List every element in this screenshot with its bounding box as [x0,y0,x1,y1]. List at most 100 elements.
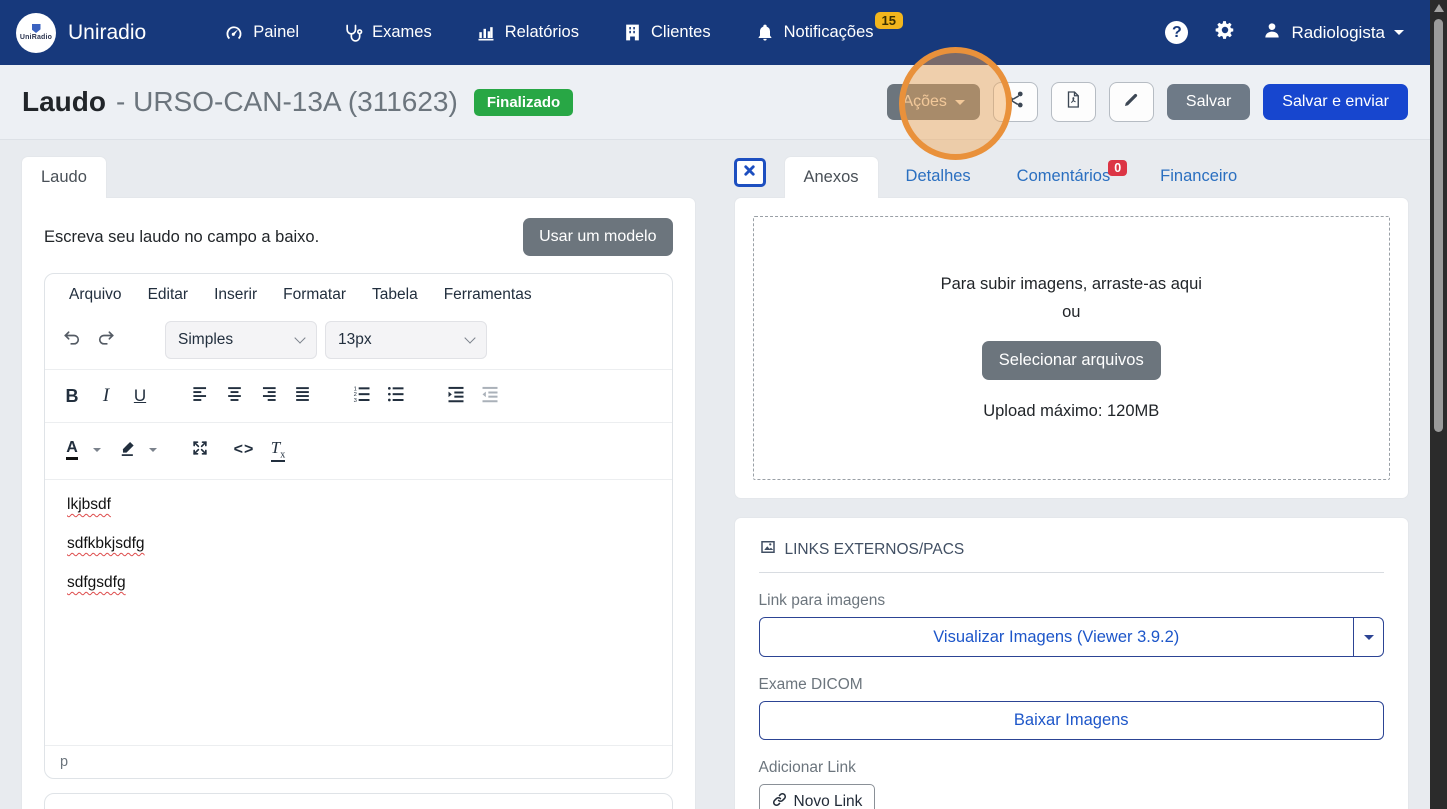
clear-formatting-button[interactable]: Tx [261,433,295,467]
menu-tabela[interactable]: Tabela [362,283,428,307]
laudo-card: Escreva seu laudo no campo a baixo. Usar… [21,197,696,809]
indent-button[interactable] [439,379,473,413]
redo-icon [96,328,116,353]
justify-icon [293,384,312,408]
new-link-button[interactable]: Novo Link [758,784,876,809]
fullscreen-button[interactable] [183,433,217,467]
menu-inserir[interactable]: Inserir [204,283,267,307]
dicom-label: Exame DICOM [758,676,863,693]
fullscreen-icon [190,438,210,463]
justify-button[interactable] [285,379,319,413]
tab-laudo[interactable]: Laudo [21,156,107,198]
select-files-button[interactable]: Selecionar arquivos [981,341,1161,380]
nav-item-relatorios[interactable]: Relatórios [476,23,579,43]
menu-editar[interactable]: Editar [138,283,199,307]
user-menu[interactable]: Radiologista [1262,20,1404,45]
help-button[interactable]: ? [1165,21,1189,44]
editor-line: sdfgsdfg [67,574,126,591]
file-pdf-icon [1064,90,1082,114]
add-link-label: Adicionar Link [758,759,856,776]
editor-menubar: Arquivo Editar Inserir Formatar Tabela F… [45,274,672,313]
acoes-button[interactable]: Ações [887,84,980,120]
underline-button[interactable]: U [123,379,157,413]
use-template-button[interactable]: Usar um modelo [523,218,673,256]
chevron-down-icon[interactable] [93,448,101,452]
undo-button[interactable] [55,323,89,357]
pdf-button[interactable] [1050,82,1096,122]
redo-button[interactable] [89,323,123,357]
save-button[interactable]: Salvar [1166,84,1251,120]
editor-line: sdfkbkjsdfg [67,535,145,552]
page-header: Laudo - URSO-CAN-13A (311623) Finalizado… [0,65,1430,140]
block-format-select[interactable]: Simples [165,321,317,359]
share-icon [1006,90,1025,114]
chevron-down-icon[interactable] [149,448,157,452]
nav-item-clientes[interactable]: Clientes [623,23,711,42]
tab-anexos[interactable]: Anexos [783,156,879,198]
align-left-button[interactable] [183,379,217,413]
menu-arquivo[interactable]: Arquivo [59,283,132,307]
collapse-panel-button[interactable] [733,158,766,187]
links-section-title: LINKS EXTERNOS/PACS [784,540,965,558]
nav-item-painel[interactable]: Painel [224,23,299,43]
save-send-button[interactable]: Salvar e enviar [1263,84,1408,120]
scroll-up-arrow-icon[interactable] [1433,4,1444,12]
undo-icon [62,328,82,353]
logo-shield-icon [31,24,41,33]
vertical-scrollbar[interactable] [1430,0,1447,809]
upload-max-text: Upload máximo: 120MB [983,402,1160,420]
scrollbar-thumb[interactable] [1434,19,1443,432]
tab-financeiro[interactable]: Financeiro [1141,156,1256,197]
gear-icon [1214,21,1236,45]
menu-formatar[interactable]: Formatar [273,283,356,307]
text-color-icon: A [66,440,78,460]
edit-button[interactable] [1108,82,1154,122]
viewer-split-button: Visualizar Imagens (Viewer 3.9.2) [758,617,1384,657]
align-right-button[interactable] [251,379,285,413]
ordered-list-icon: 123 [352,384,372,409]
outdent-button[interactable] [473,379,507,413]
align-left-icon [191,384,210,408]
hospital-icon [623,23,642,42]
page-title: Laudo [22,86,106,117]
dropzone-text: Para subir imagens, arraste-as aqui [940,275,1202,293]
editor-content[interactable]: lkjbsdf sdfkbkjsdfg sdfgsdfg [45,480,672,745]
tab-comentarios[interactable]: Comentários 0 [998,156,1134,197]
brand[interactable]: UniRadio Uniradio [16,12,147,53]
align-right-icon [259,384,278,408]
rich-text-editor: Arquivo Editar Inserir Formatar Tabela F… [44,273,673,779]
chevron-down-icon [1363,634,1374,640]
source-code-button[interactable]: <> [227,433,261,467]
notification-count-badge: 15 [874,12,903,29]
brand-name: Uniradio [68,20,147,44]
bold-button[interactable]: B [55,379,89,413]
text-color-button[interactable]: A [55,433,89,467]
element-path[interactable]: p [60,754,68,770]
font-size-select[interactable]: 13px [325,321,487,359]
upload-dropzone[interactable]: Para subir imagens, arraste-as aqui ou S… [752,216,1390,480]
nav-item-notificacoes[interactable]: Notificações 15 [755,12,903,43]
view-images-button[interactable]: Visualizar Imagens (Viewer 3.9.2) [760,618,1354,656]
editor-statusbar: p [45,745,672,778]
nav-item-exames[interactable]: Exames [343,23,432,43]
italic-button[interactable]: I [89,379,123,413]
bullet-list-icon [386,384,406,409]
external-links-card: LINKS EXTERNOS/PACS Link para imagens Vi… [733,517,1409,809]
ordered-list-button[interactable]: 123 [345,379,379,413]
tab-detalhes[interactable]: Detalhes [887,156,990,197]
image-icon [759,538,777,561]
highlight-color-button[interactable] [111,433,145,467]
stethoscope-icon [343,23,363,43]
close-window-icon [742,163,757,183]
chevron-down-icon [294,332,306,344]
highlighter-icon [119,438,138,462]
viewer-dropdown-toggle[interactable] [1353,618,1383,656]
menu-ferramentas[interactable]: Ferramentas [434,283,542,307]
share-button[interactable] [992,82,1038,122]
attachments-card: Para subir imagens, arraste-as aqui ou S… [733,197,1409,499]
align-center-button[interactable] [217,379,251,413]
top-navbar: UniRadio Uniradio Painel Exames Relatóri… [0,0,1430,65]
settings-button[interactable] [1214,19,1236,46]
download-images-button[interactable]: Baixar Imagens [758,701,1384,740]
bullet-list-button[interactable] [379,379,413,413]
